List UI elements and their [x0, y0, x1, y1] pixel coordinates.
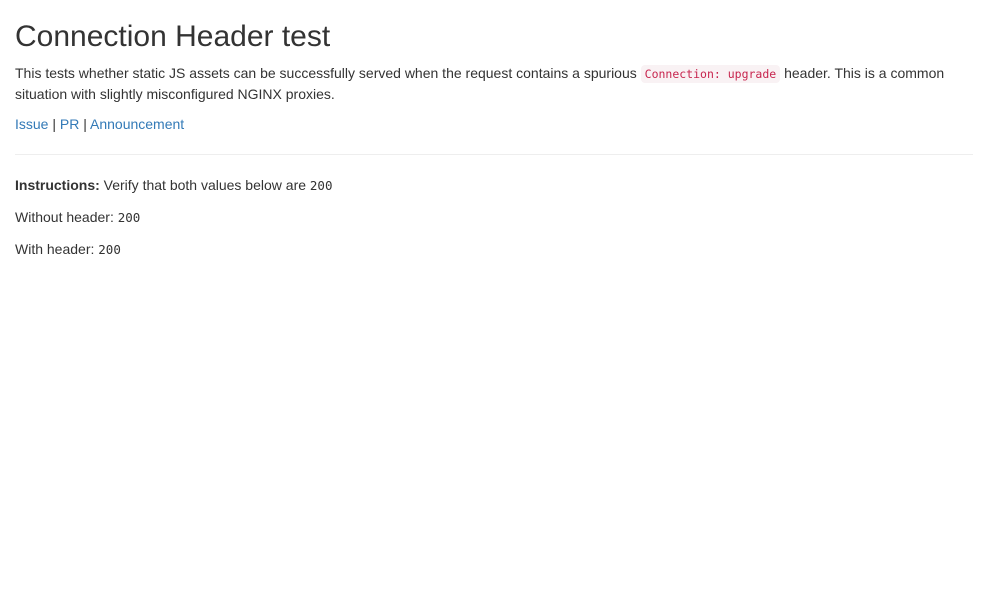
with-header-label: With header: — [15, 241, 99, 257]
reference-links: Issue | PR | Announcement — [15, 114, 973, 134]
link-separator: | — [52, 116, 56, 132]
issue-link[interactable]: Issue — [15, 116, 48, 132]
expected-status-value: 200 — [309, 178, 333, 193]
without-header-status: 200 — [117, 210, 141, 225]
description-text-before: This tests whether static JS assets can … — [15, 65, 641, 81]
page-description: This tests whether static JS assets can … — [15, 63, 973, 104]
connection-header-code: Connection: upgrade — [640, 65, 781, 83]
with-header-status: 200 — [98, 242, 121, 257]
instructions-text: Verify that both values below are — [99, 177, 310, 193]
section-divider — [15, 154, 973, 155]
instructions-label: Instructions: — [15, 177, 100, 193]
pr-link[interactable]: PR — [60, 116, 79, 132]
without-header-result: Without header: 200 — [15, 207, 973, 228]
announcement-link[interactable]: Announcement — [90, 116, 184, 132]
page-title: Connection Header test — [15, 20, 331, 53]
without-header-label: Without header: — [15, 209, 118, 225]
instructions-line: Instructions: Verify that both values be… — [15, 175, 973, 196]
link-separator: | — [83, 116, 87, 132]
main-container: Connection Header test This tests whethe… — [15, 0, 973, 271]
with-header-result: With header: 200 — [15, 239, 973, 260]
